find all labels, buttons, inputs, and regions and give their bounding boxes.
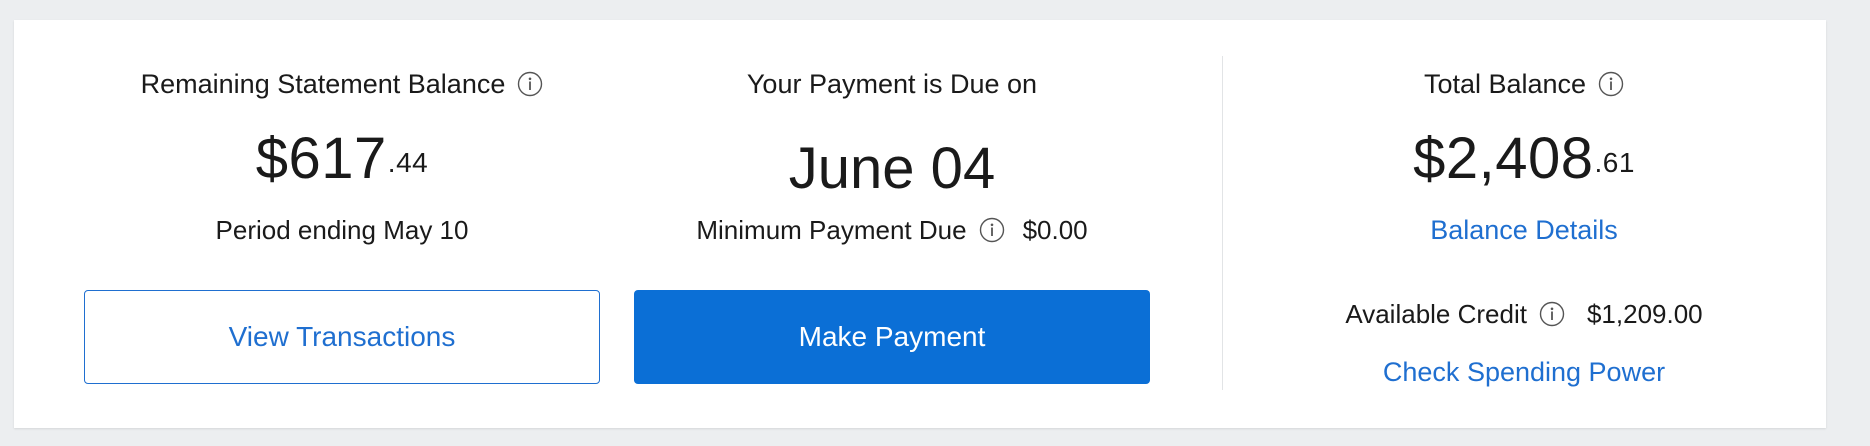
payment-due-date: June 04: [788, 136, 996, 201]
check-spending-power-link[interactable]: Check Spending Power: [1224, 354, 1824, 390]
balance-summary-card: Remaining Statement Balance $617.44 Peri…: [14, 20, 1826, 428]
available-credit-label: Available Credit: [1345, 299, 1527, 329]
total-balance-dollars: $2,408: [1413, 126, 1594, 191]
statement-balance-section: Remaining Statement Balance $617.44 Peri…: [84, 20, 600, 428]
info-icon[interactable]: [979, 217, 1005, 243]
total-balance-section: Total Balance $2,408.61 Balance Details …: [1224, 20, 1824, 428]
minimum-payment-row: Minimum Payment Due $0.00: [634, 212, 1150, 248]
statement-period: Period ending May 10: [215, 215, 469, 245]
view-transactions-button[interactable]: View Transactions: [84, 290, 600, 384]
statement-balance-amount: $617.44: [84, 124, 600, 194]
total-balance-cents: .61: [1594, 147, 1635, 178]
statement-balance-cents: .44: [387, 147, 429, 178]
statement-balance-title: Remaining Statement Balance: [140, 69, 506, 99]
total-balance-amount: $2,408.61: [1224, 124, 1824, 194]
info-icon[interactable]: [1598, 71, 1624, 97]
make-payment-button[interactable]: Make Payment: [634, 290, 1150, 384]
balance-details-link[interactable]: Balance Details: [1224, 212, 1824, 248]
payment-due-heading: Your Payment is Due on: [746, 69, 1038, 99]
minimum-payment-value: $0.00: [1022, 215, 1088, 245]
statement-balance-dollars: $617: [255, 126, 387, 191]
payment-due-section: Your Payment is Due on June 04 Minimum P…: [634, 20, 1150, 428]
available-credit-row: Available Credit $1,209.00: [1224, 296, 1824, 332]
total-balance-title: Total Balance: [1423, 69, 1587, 99]
minimum-payment-label: Minimum Payment Due: [696, 215, 967, 245]
total-balance-heading: Total Balance: [1224, 66, 1824, 102]
info-icon[interactable]: [517, 71, 543, 97]
available-credit-value: $1,209.00: [1586, 299, 1703, 329]
section-divider: [1222, 56, 1223, 390]
statement-balance-heading: Remaining Statement Balance: [84, 66, 600, 102]
info-icon[interactable]: [1539, 301, 1565, 327]
